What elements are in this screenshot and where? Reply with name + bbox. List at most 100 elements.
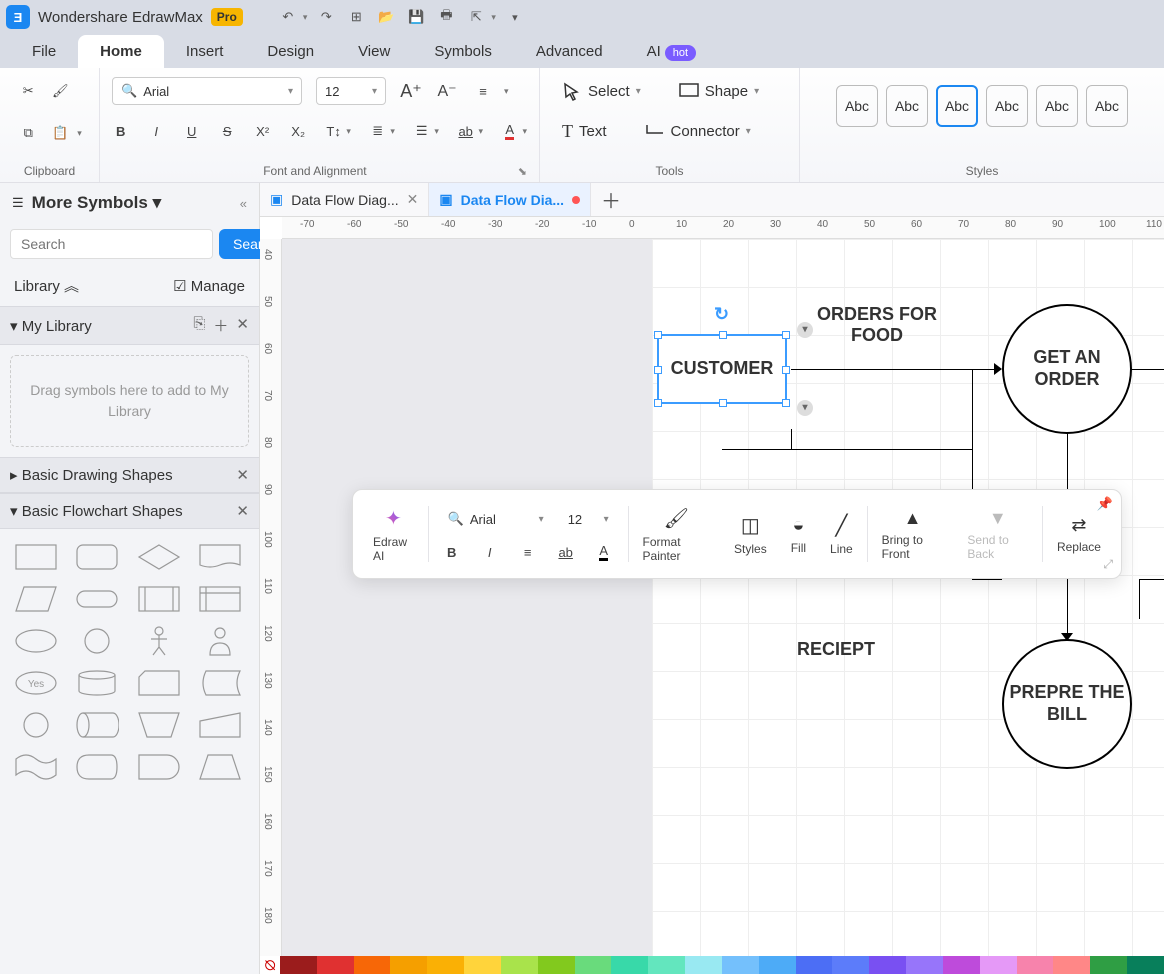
expand-icon[interactable]: ⤢	[1103, 557, 1113, 572]
bold-icon[interactable]: B	[441, 541, 463, 563]
menu-symbols[interactable]: Symbols	[412, 35, 514, 68]
shape-diamond[interactable]	[135, 541, 183, 573]
basic-drawing-close-icon[interactable]: ✕	[236, 466, 249, 484]
mylib-section[interactable]: ▾ My Library ⎘＋✕	[0, 306, 259, 345]
font-shrink-icon[interactable]: A⁻	[436, 80, 458, 102]
color-swatch[interactable]	[648, 956, 685, 974]
text-height-icon[interactable]: T↕	[325, 120, 342, 142]
edraw-ai-button[interactable]: ✦ Edraw AI	[363, 506, 424, 563]
align-icon[interactable]: ≡	[472, 80, 494, 102]
save-icon[interactable]: 💾	[405, 6, 427, 28]
color-swatch[interactable]	[832, 956, 869, 974]
color-swatch[interactable]	[317, 956, 354, 974]
shape-round-rect[interactable]	[73, 541, 121, 573]
receipt-label[interactable]: RECIEPT	[797, 639, 875, 660]
float-size-combo[interactable]: 12▾	[561, 505, 616, 533]
more-icon[interactable]: ▾	[504, 6, 526, 28]
color-swatch[interactable]	[464, 956, 501, 974]
subscript-icon[interactable]: X₂	[289, 120, 306, 142]
superscript-icon[interactable]: X²	[254, 120, 271, 142]
color-swatch[interactable]	[796, 956, 833, 974]
shape-predefined[interactable]	[135, 583, 183, 615]
mylib-drop-zone[interactable]: Drag symbols here to add to My Library	[10, 355, 249, 447]
shape-direct-data[interactable]	[73, 709, 121, 741]
shape-button[interactable]: Shape▾	[669, 79, 769, 104]
open-icon[interactable]: 📂	[375, 6, 397, 28]
font-dialog-icon[interactable]: ⬊	[518, 165, 527, 178]
shape-tape[interactable]	[12, 751, 60, 783]
new-icon[interactable]: ⊞	[345, 6, 367, 28]
basic-flowchart-close-icon[interactable]: ✕	[236, 502, 249, 520]
shape-document[interactable]	[196, 541, 244, 573]
menu-ai[interactable]: AIhot	[625, 35, 718, 68]
align-icon[interactable]: ≡	[517, 541, 539, 563]
connector-button[interactable]: Connector▾	[635, 119, 761, 144]
format-painter-icon[interactable]: 🖌	[49, 80, 71, 102]
select-button[interactable]: Select▾	[552, 77, 651, 105]
font-grow-icon[interactable]: A⁺	[400, 80, 422, 102]
shape-delay[interactable]	[135, 751, 183, 783]
send-back-button[interactable]: ▼Send to Back	[957, 508, 1038, 561]
prepare-bill-node[interactable]: PREPRE THE BILL	[1002, 639, 1132, 769]
menu-file[interactable]: File	[10, 35, 78, 68]
orders-label[interactable]: ORDERS FOR FOOD	[807, 304, 947, 346]
color-swatch[interactable]	[280, 956, 317, 974]
menu-advanced[interactable]: Advanced	[514, 35, 625, 68]
style-preset-2[interactable]: Abc	[936, 85, 978, 127]
shape-yes[interactable]: Yes	[12, 667, 60, 699]
color-swatch[interactable]	[575, 956, 612, 974]
style-preset-1[interactable]: Abc	[886, 85, 928, 127]
color-swatch[interactable]	[869, 956, 906, 974]
shape-circle[interactable]	[73, 625, 121, 657]
close-icon[interactable]: ✕	[407, 191, 419, 208]
color-swatch[interactable]	[1017, 956, 1054, 974]
basic-drawing-section[interactable]: ▸ Basic Drawing Shapes ✕	[0, 457, 259, 493]
collapse-sidebar-icon[interactable]: «	[240, 196, 247, 211]
shape-parallelogram[interactable]	[12, 583, 60, 615]
connector[interactable]	[722, 449, 972, 450]
highlight-icon[interactable]: ab	[457, 120, 474, 142]
shape-database[interactable]	[73, 667, 121, 699]
connector[interactable]	[1130, 369, 1164, 370]
menu-view[interactable]: View	[336, 35, 412, 68]
color-swatch[interactable]	[943, 956, 980, 974]
style-preset-0[interactable]: Abc	[836, 85, 878, 127]
style-preset-4[interactable]: Abc	[1036, 85, 1078, 127]
font-family-combo[interactable]: 🔍 Arial▾	[112, 77, 302, 105]
style-preset-3[interactable]: Abc	[986, 85, 1028, 127]
pin-icon[interactable]: 📌	[1097, 496, 1113, 512]
connector[interactable]	[1139, 579, 1164, 580]
connector[interactable]	[972, 579, 1002, 580]
paste-icon[interactable]: 📋	[49, 122, 71, 144]
doc-tab-1[interactable]: ▣ Data Flow Dia...	[429, 183, 591, 216]
text-button[interactable]: TText	[552, 117, 617, 146]
italic-icon[interactable]: I	[147, 120, 164, 142]
mylib-close-icon[interactable]: ✕	[236, 315, 249, 336]
shape-connector[interactable]	[12, 709, 60, 741]
get-order-node[interactable]: GET AN ORDER	[1002, 304, 1132, 434]
mylib-add-icon[interactable]: ＋	[213, 315, 228, 336]
color-swatch[interactable]	[1090, 956, 1127, 974]
font-size-combo[interactable]: 12▾	[316, 77, 386, 105]
color-swatch[interactable]	[427, 956, 464, 974]
list-icon[interactable]: ☰	[413, 120, 430, 142]
no-color-swatch[interactable]: ⦰	[260, 956, 280, 974]
font-color-icon[interactable]: A	[501, 120, 518, 142]
color-swatch[interactable]	[611, 956, 648, 974]
new-tab-button[interactable]: ＋	[591, 185, 631, 214]
shape-person[interactable]	[135, 625, 183, 657]
shape-internal-storage[interactable]	[196, 583, 244, 615]
shape-rect[interactable]	[12, 541, 60, 573]
bring-front-button[interactable]: ▲Bring to Front	[872, 508, 954, 561]
shape-user[interactable]	[196, 625, 244, 657]
replace-button[interactable]: ⇄Replace	[1047, 515, 1111, 554]
strike-icon[interactable]: S	[218, 120, 235, 142]
underline-icon[interactable]: U	[183, 120, 200, 142]
menu-insert[interactable]: Insert	[164, 35, 246, 68]
styles-button[interactable]: ◫Styles	[724, 513, 777, 556]
line-button[interactable]: ╱Line	[820, 513, 863, 556]
shape-manual-op[interactable]	[135, 709, 183, 741]
redo-icon[interactable]: ↷	[315, 6, 337, 28]
export-icon[interactable]: ⇱	[465, 6, 487, 28]
shape-display[interactable]	[73, 751, 121, 783]
